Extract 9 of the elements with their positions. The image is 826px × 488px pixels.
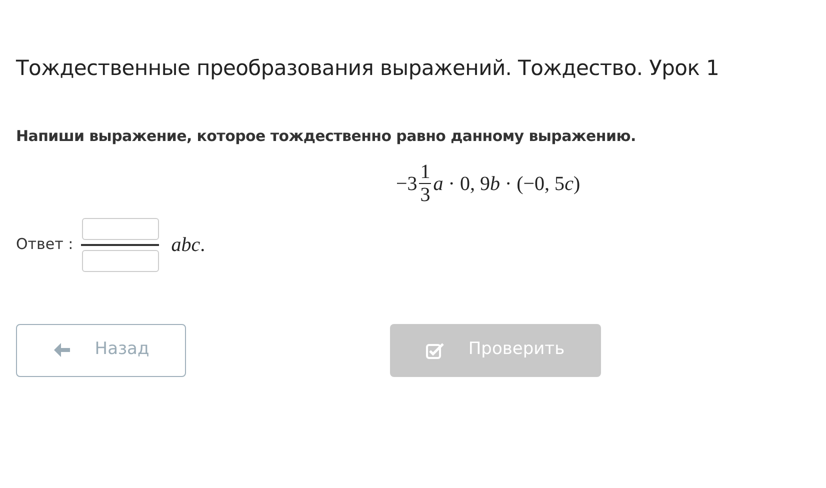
arrow-left-icon (52, 342, 71, 358)
answer-label: Ответ : (16, 234, 74, 256)
answer-suffix: abc. (171, 232, 206, 258)
numerator-field[interactable] (82, 218, 159, 240)
task-text: Напиши выражение, которое тождественно равно данному выражению. (16, 126, 637, 148)
checkbox-icon (426, 342, 444, 359)
lesson-title: Тождественные преобразования выражений. Тождество. Урок 1 (16, 56, 720, 82)
denominator-field[interactable] (82, 250, 159, 272)
back-button[interactable]: Назад (16, 324, 186, 377)
